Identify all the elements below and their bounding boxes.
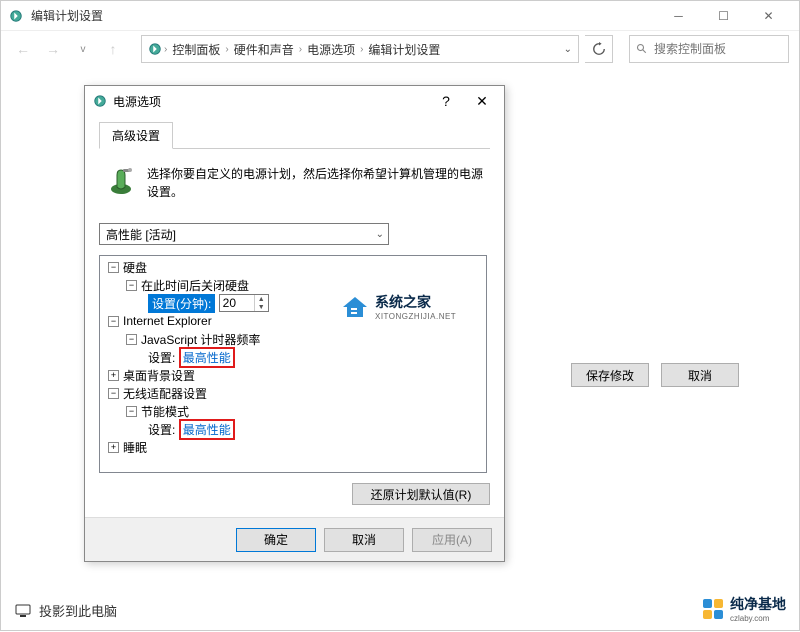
help-button[interactable]: ?	[432, 93, 460, 109]
project-to-pc-link[interactable]: 投影到此电脑	[15, 601, 117, 620]
setting-value-link[interactable]: 最高性能	[183, 423, 231, 437]
save-changes-button[interactable]: 保存修改	[571, 363, 649, 387]
collapse-icon[interactable]: −	[126, 406, 137, 417]
recent-dropdown[interactable]: v	[71, 37, 95, 61]
dialog-icon	[93, 94, 107, 108]
collapse-icon[interactable]: −	[108, 316, 119, 327]
dialog-close-button[interactable]: ✕	[468, 93, 496, 110]
maximize-button[interactable]: ☐	[701, 1, 746, 30]
chevron-down-icon: ⌄	[376, 229, 384, 240]
highlight-box: 最高性能	[179, 347, 235, 368]
search-icon	[636, 43, 648, 55]
spinner-down[interactable]: ▼	[255, 303, 268, 311]
cancel-button[interactable]: 取消	[661, 363, 739, 387]
collapse-icon[interactable]: −	[126, 334, 137, 345]
tree-node-ie[interactable]: Internet Explorer	[123, 314, 212, 328]
window-app-icon	[9, 9, 23, 23]
tree-node-power-save[interactable]: 节能模式	[141, 403, 189, 420]
ok-button[interactable]: 确定	[236, 528, 316, 552]
collapse-icon[interactable]: −	[126, 280, 137, 291]
dialog-description: 选择你要自定义的电源计划，然后选择你希望计算机管理的电源设置。	[147, 165, 484, 201]
forward-button[interactable]: →	[41, 37, 65, 61]
power-options-dialog: 电源选项 ? ✕ 高级设置 选择你要自定义的电源计划，然后选择你希望计算机管理的…	[84, 85, 505, 562]
search-input[interactable]	[654, 42, 764, 56]
tree-node-hdd[interactable]: 硬盘	[123, 259, 147, 276]
tree-node-sleep[interactable]: 睡眠	[123, 439, 147, 456]
minimize-button[interactable]: ─	[656, 1, 701, 30]
window-title: 编辑计划设置	[31, 7, 103, 24]
apply-button[interactable]: 应用(A)	[412, 528, 492, 552]
close-button[interactable]: ✕	[746, 1, 791, 30]
minutes-spinner[interactable]: ▲▼	[219, 294, 269, 312]
expand-icon[interactable]: +	[108, 442, 119, 453]
collapse-icon[interactable]: −	[108, 388, 119, 399]
breadcrumb[interactable]: 硬件和声音	[231, 41, 297, 58]
setting-minutes-label: 设置(分钟):	[148, 294, 215, 313]
plan-select[interactable]: 高性能 [活动] ⌄	[99, 223, 389, 245]
spinner-up[interactable]: ▲	[255, 295, 268, 303]
setting-label: 设置:	[148, 349, 175, 366]
breadcrumb[interactable]: 电源选项	[304, 41, 358, 58]
restore-defaults-button[interactable]: 还原计划默认值(R)	[352, 483, 490, 505]
tree-node-wireless[interactable]: 无线适配器设置	[123, 385, 207, 402]
back-button[interactable]: ←	[11, 37, 35, 61]
address-icon	[148, 42, 162, 56]
power-plan-icon	[105, 165, 137, 197]
breadcrumb[interactable]: 编辑计划设置	[365, 41, 443, 58]
search-box[interactable]	[629, 35, 789, 63]
collapse-icon[interactable]: −	[108, 262, 119, 273]
refresh-button[interactable]	[585, 35, 613, 63]
tree-node-js-timer[interactable]: JavaScript 计时器频率	[141, 331, 260, 348]
breadcrumb[interactable]: 控制面板	[169, 41, 223, 58]
setting-label: 设置:	[148, 421, 175, 438]
highlight-box: 最高性能	[179, 419, 235, 440]
settings-tree[interactable]: −硬盘 −在此时间后关闭硬盘 设置(分钟): ▲▼ −Internet Expl…	[99, 255, 487, 473]
cancel-button[interactable]: 取消	[324, 528, 404, 552]
tab-advanced[interactable]: 高级设置	[99, 122, 173, 149]
setting-value-link[interactable]: 最高性能	[183, 351, 231, 365]
address-dropdown-icon[interactable]: ⌄	[564, 44, 572, 55]
expand-icon[interactable]: +	[108, 370, 119, 381]
tree-node-hdd-turnoff[interactable]: 在此时间后关闭硬盘	[141, 277, 249, 294]
address-bar[interactable]: › 控制面板 › 硬件和声音 › 电源选项 › 编辑计划设置 ⌄	[141, 35, 579, 63]
tree-node-desktop[interactable]: 桌面背景设置	[123, 367, 195, 384]
up-button[interactable]: ↑	[101, 37, 125, 61]
dialog-title: 电源选项	[113, 93, 161, 110]
